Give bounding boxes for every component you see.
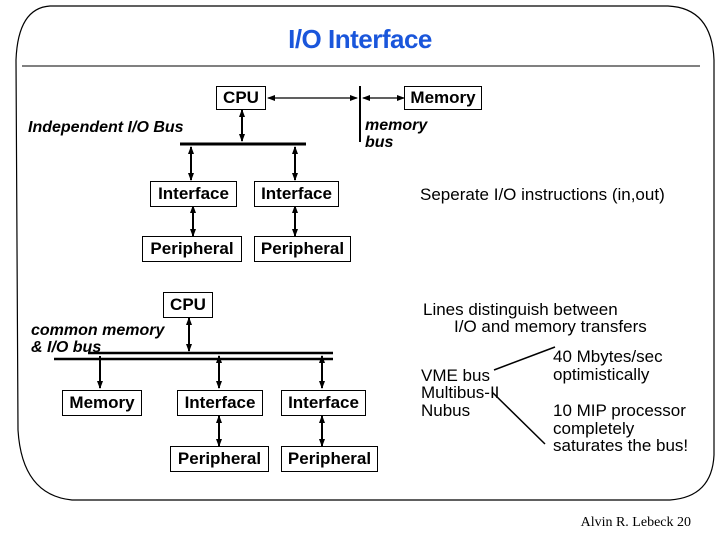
common-bus-label-2: & I/O bus	[31, 339, 102, 356]
peripheral-box-2: Peripheral	[254, 236, 351, 262]
pointer-line-speed	[493, 346, 556, 371]
interface-box-2: Interface	[254, 181, 339, 207]
footer-author-page: Alvin R. Lebeck 20	[580, 515, 691, 530]
saturation-note-3: saturates the bus!	[553, 436, 689, 455]
lines-distinguish-note-2: I/O and memory transfers	[454, 317, 647, 336]
bus-example-multibus: Multibus-II	[421, 383, 500, 402]
saturation-note-1: 10 MIP processor	[553, 401, 686, 420]
common-peripheral-box-2: Peripheral	[281, 446, 378, 472]
cpu-box: CPU	[216, 86, 266, 110]
common-peripheral-box-1: Peripheral	[170, 446, 269, 472]
separate-io-note: Seperate I/O instructions (in,out)	[420, 185, 665, 204]
pointer-line-saturation	[491, 391, 546, 445]
interface-box-1: Interface	[150, 181, 237, 207]
speed-note-1: 40 Mbytes/sec	[553, 347, 663, 366]
common-cpu-box: CPU	[163, 292, 213, 318]
bus-example-nubus: Nubus	[421, 401, 471, 420]
common-interface-box-1: Interface	[177, 390, 263, 416]
memory-box: Memory	[404, 86, 482, 110]
slide-title: I/O Interface	[288, 24, 432, 54]
speed-note-2: optimistically	[553, 365, 650, 384]
common-interface-box-2: Interface	[281, 390, 366, 416]
memory-bus-label-2: bus	[365, 134, 394, 151]
peripheral-box-1: Peripheral	[142, 236, 242, 262]
independent-io-bus-label: Independent I/O Bus	[28, 119, 184, 136]
common-bus-label-1: common memory	[31, 322, 165, 339]
common-memory-box: Memory	[62, 390, 142, 416]
memory-bus-label-1: memory	[365, 117, 428, 134]
